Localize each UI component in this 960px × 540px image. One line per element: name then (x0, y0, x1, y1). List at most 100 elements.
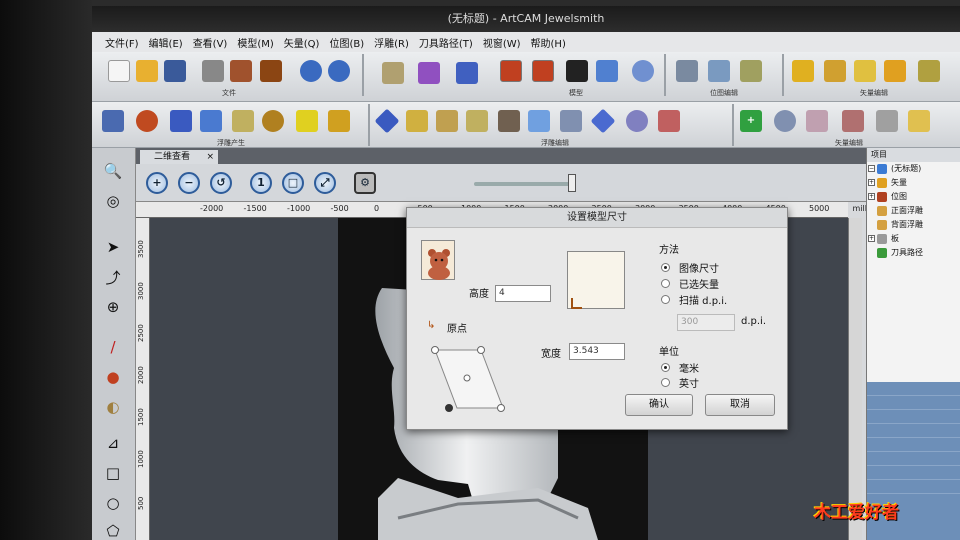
relief-offset-icon[interactable] (498, 110, 520, 132)
model-shift-icon[interactable] (566, 60, 588, 82)
bitmap-link-icon[interactable] (676, 60, 698, 82)
method-radio-selected-vectors[interactable] (661, 279, 670, 288)
menu-model[interactable]: 模型(M) (234, 35, 276, 50)
transform-icon[interactable]: ⊕ (102, 296, 124, 318)
undo-icon[interactable] (300, 60, 322, 82)
relief-blob-icon[interactable] (136, 110, 158, 132)
vector-nodes-icon[interactable] (824, 60, 846, 82)
vertical-scrollbar[interactable] (848, 218, 862, 540)
relief-house-icon[interactable] (200, 110, 222, 132)
expand-icon[interactable]: + (868, 235, 875, 242)
fill-bucket-icon[interactable]: ◐ (102, 396, 124, 418)
ok-button[interactable]: 确认 (625, 394, 693, 416)
origin-bottom-right-icon[interactable] (497, 404, 505, 412)
bitmap-scissors-icon[interactable] (740, 60, 762, 82)
zoom-icon[interactable]: 🔍 (102, 160, 124, 182)
revolve-icon[interactable] (774, 110, 796, 132)
bitmap-shape-icon[interactable] (708, 60, 730, 82)
origin-top-right-icon[interactable] (477, 346, 485, 354)
copy-icon[interactable] (230, 60, 252, 82)
relief-shape-icon[interactable] (102, 110, 124, 132)
relief-folder-icon[interactable] (328, 110, 350, 132)
model-size-icon[interactable] (500, 60, 522, 82)
vector-transform-icon[interactable] (918, 60, 940, 82)
tree-item-root[interactable]: − (无标题) (867, 162, 960, 176)
cut-icon[interactable] (202, 60, 224, 82)
polygon-icon[interactable]: ⬠ (102, 520, 124, 540)
width-input[interactable]: 3.543 (569, 343, 625, 360)
model-grid-icon[interactable] (632, 60, 654, 82)
vector-arrow-icon[interactable] (884, 60, 906, 82)
rectangle-icon[interactable]: □ (102, 462, 124, 484)
model-position-icon[interactable] (596, 60, 618, 82)
tree-item-front-relief[interactable]: 正面浮雕 (867, 204, 960, 218)
origin-bottom-left-icon[interactable] (445, 404, 453, 412)
paste-icon[interactable] (260, 60, 282, 82)
origin-selector[interactable] (427, 344, 513, 414)
zoom-in-icon[interactable]: + (146, 172, 168, 194)
select-arrow-icon[interactable]: ➤ (102, 236, 124, 258)
origin-center-icon[interactable] (463, 374, 471, 382)
method-radio-scan-dpi[interactable] (661, 295, 670, 304)
menu-vector[interactable]: 矢量(Q) (281, 35, 323, 50)
zoom-slider[interactable] (474, 182, 574, 186)
vector-points-icon[interactable] (854, 60, 876, 82)
zoom-all-icon[interactable]: ⤢ (314, 172, 336, 194)
notes-icon[interactable] (382, 62, 404, 84)
tree-item-sheets[interactable]: + 板 (867, 232, 960, 246)
redo-icon[interactable] (328, 60, 350, 82)
zoom-out-icon[interactable]: − (178, 172, 200, 194)
unit-radio-inch[interactable] (661, 378, 670, 387)
method-radio-image-size[interactable] (661, 263, 670, 272)
relief-scale-icon[interactable] (560, 110, 582, 132)
relief-reset-icon[interactable] (466, 110, 488, 132)
save-icon[interactable] (164, 60, 186, 82)
paint-icon[interactable]: ● (102, 366, 124, 388)
menu-bitmap[interactable]: 位图(B) (326, 35, 367, 50)
node-edit-icon[interactable]: ⤴ (102, 266, 124, 288)
menu-view[interactable]: 查看(V) (190, 35, 231, 50)
model-resolution-icon[interactable] (532, 60, 554, 82)
relief-blend-icon[interactable] (626, 110, 648, 132)
circle-icon[interactable]: ○ (102, 492, 124, 514)
unit-radio-mm[interactable] (661, 363, 670, 372)
open-folder-icon[interactable] (136, 60, 158, 82)
tree-item-vectors[interactable]: + 矢量 (867, 176, 960, 190)
tab-2d-view[interactable]: 二维查看 × (140, 150, 218, 164)
origin-top-left-icon[interactable] (431, 346, 439, 354)
relief-sculpt-icon[interactable] (436, 110, 458, 132)
eraser-icon[interactable] (418, 62, 440, 84)
pencil-icon[interactable]: / (102, 336, 124, 358)
new-file-icon[interactable] (108, 60, 130, 82)
relief-texture-icon[interactable] (262, 110, 284, 132)
sweep-icon[interactable] (908, 110, 930, 132)
zoom-slider-handle[interactable] (568, 174, 576, 192)
polyline-icon[interactable]: ⊿ (102, 432, 124, 454)
tools-icon[interactable] (456, 62, 478, 84)
tree-item-toolpaths[interactable]: 刀具路径 (867, 246, 960, 260)
tree-item-back-relief[interactable]: 背面浮雕 (867, 218, 960, 232)
menu-file[interactable]: 文件(F) (102, 35, 142, 50)
add-plus-icon[interactable]: + (740, 110, 762, 132)
globe-icon[interactable]: ◎ (102, 190, 124, 212)
zoom-page-icon[interactable]: 1 (250, 172, 272, 194)
relief-layer-icon[interactable] (296, 110, 318, 132)
expand-icon[interactable]: + (868, 193, 875, 200)
wave-texture-icon[interactable] (842, 110, 864, 132)
tree-item-bitmap[interactable]: + 位图 (867, 190, 960, 204)
relief-fade-icon[interactable] (590, 108, 616, 134)
height-input[interactable]: 4 (495, 285, 551, 302)
close-icon[interactable]: × (206, 150, 214, 164)
menu-edit[interactable]: 编辑(E) (146, 35, 186, 50)
expand-icon[interactable]: + (868, 179, 875, 186)
relief-curve-icon[interactable] (232, 110, 254, 132)
relief-eraser-icon[interactable] (658, 110, 680, 132)
vector-star-icon[interactable] (792, 60, 814, 82)
menu-toolpath[interactable]: 刀具路径(T) (416, 35, 476, 50)
relief-smooth-icon[interactable] (406, 110, 428, 132)
dpi-input[interactable]: 300 (677, 314, 735, 331)
relief-star-icon[interactable] (170, 110, 192, 132)
cancel-button[interactable]: 取消 (705, 394, 775, 416)
zoom-previous-icon[interactable]: ↺ (210, 172, 232, 194)
expand-icon[interactable]: − (868, 165, 875, 172)
